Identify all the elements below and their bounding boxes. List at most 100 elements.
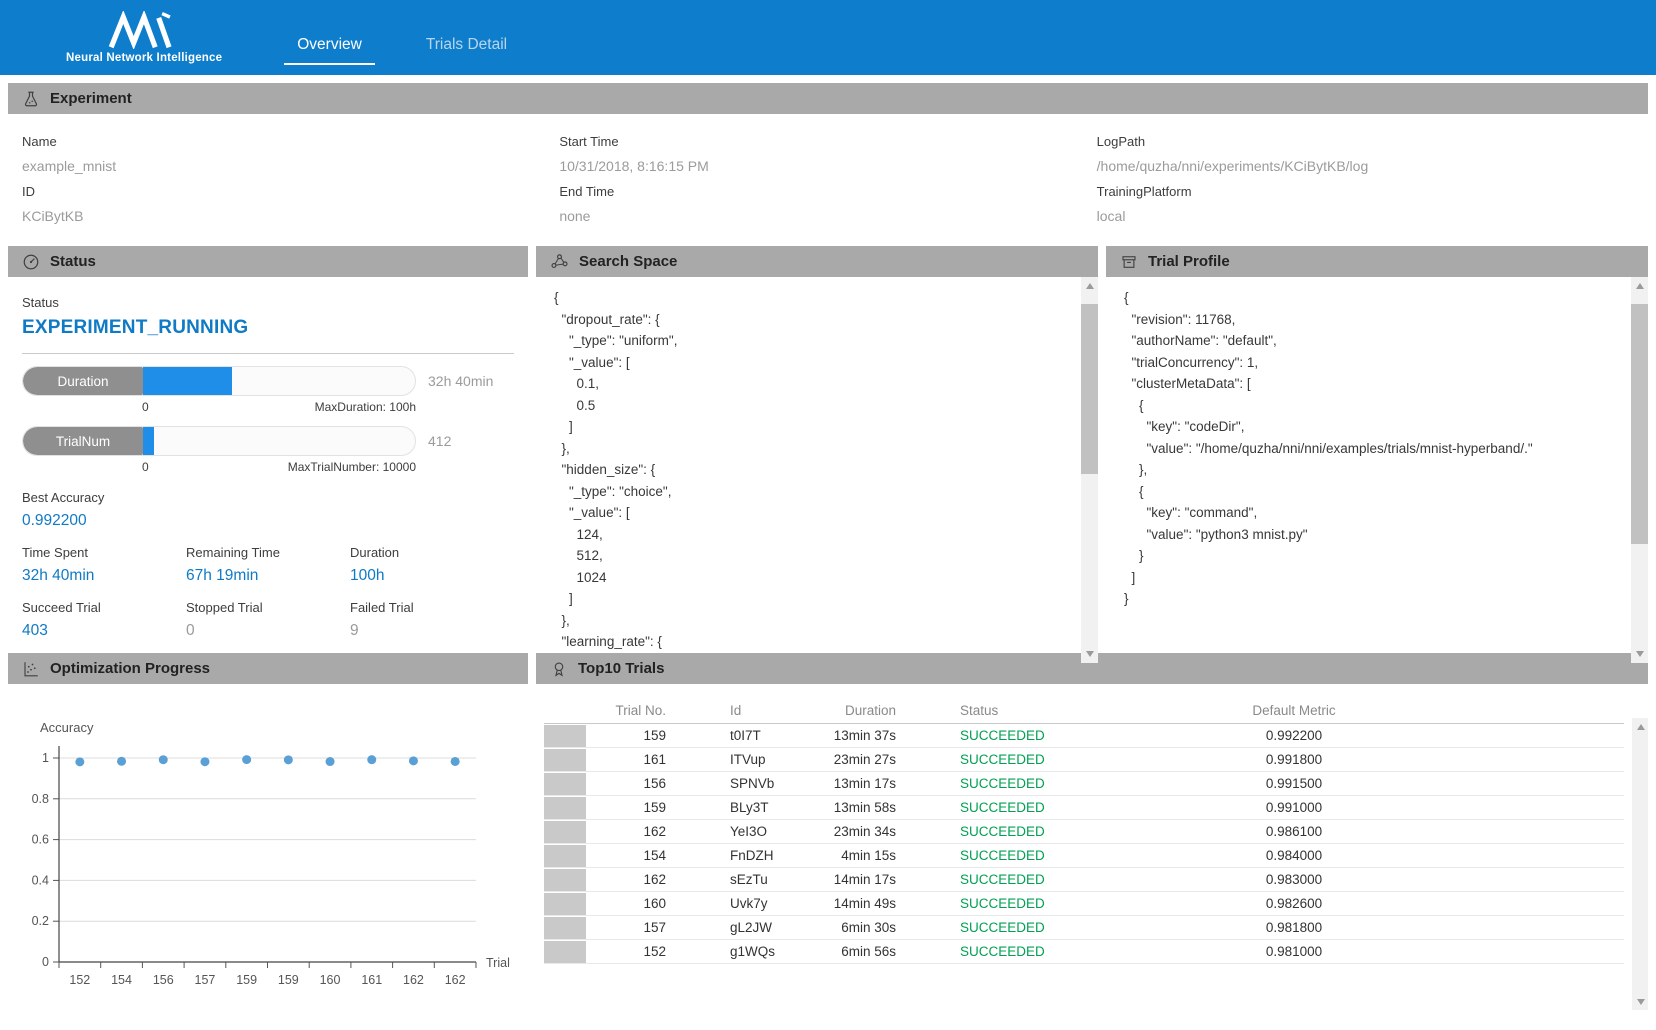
optimization-progress-panel: Optimization Progress 00.20.40.60.811521… bbox=[8, 653, 528, 1030]
scatter-point[interactable] bbox=[326, 757, 335, 766]
scatter-point[interactable] bbox=[75, 757, 84, 766]
trial-row: 161 ITVup 23min 27s SUCCEEDED 0.991800 bbox=[544, 748, 1624, 772]
expand-row-button[interactable] bbox=[544, 773, 586, 795]
top10-table: Trial No. Id Duration Status Default Met… bbox=[536, 684, 1648, 964]
trialnum-value: 412 bbox=[428, 433, 514, 449]
optimization-title: Optimization Progress bbox=[50, 660, 210, 677]
stat-label: Duration bbox=[350, 545, 514, 560]
cell-metric: 0.983000 bbox=[1114, 868, 1474, 892]
experiment-status-value: EXPERIMENT_RUNNING bbox=[22, 317, 514, 339]
nav-tabs: Overview Trials Detail bbox=[284, 0, 520, 75]
scatter-point[interactable] bbox=[159, 755, 168, 764]
stat-value: 0 bbox=[186, 622, 350, 640]
stat-item: Succeed Trial 403 bbox=[22, 600, 186, 640]
trial-row: 162 YeI3O 23min 34s SUCCEEDED 0.986100 bbox=[544, 820, 1624, 844]
duration-progressbar-label: Duration bbox=[23, 367, 143, 395]
trialnum-progressbar-label: TrialNum bbox=[23, 427, 143, 455]
scatter-point[interactable] bbox=[367, 755, 376, 764]
scrollbar-up-arrow[interactable] bbox=[1632, 718, 1648, 735]
y-tick-label: 1 bbox=[42, 751, 49, 765]
top10-table-header: Trial No. Id Duration Status Default Met… bbox=[544, 698, 1624, 724]
cell-duration: 13min 17s bbox=[794, 772, 904, 796]
scrollbar-down-arrow[interactable] bbox=[1632, 993, 1648, 1010]
scatter-point[interactable] bbox=[451, 757, 460, 766]
experiment-title: Experiment bbox=[50, 90, 132, 107]
cell-metric: 0.986100 bbox=[1114, 820, 1474, 844]
cell-duration: 23min 34s bbox=[794, 820, 904, 844]
trial-row: 162 sEzTu 14min 17s SUCCEEDED 0.983000 bbox=[544, 868, 1624, 892]
expand-row-button[interactable] bbox=[544, 917, 586, 939]
trial-row: 159 t0I7T 13min 37s SUCCEEDED 0.992200 bbox=[544, 724, 1624, 748]
y-tick-label: 0.2 bbox=[32, 914, 49, 928]
x-tick-label: 162 bbox=[445, 973, 466, 987]
top10-scrollbar[interactable] bbox=[1632, 718, 1648, 1010]
duration-progressbar-track bbox=[143, 367, 415, 395]
x-tick-label: 152 bbox=[69, 973, 90, 987]
expand-row-button[interactable] bbox=[544, 725, 586, 747]
col-default-metric: Default Metric bbox=[1114, 699, 1474, 723]
tab-trials-detail[interactable]: Trials Detail bbox=[413, 36, 520, 65]
stat-value: 403 bbox=[22, 622, 186, 640]
search-space-scrollbar[interactable] bbox=[1081, 277, 1098, 663]
cell-status: SUCCEEDED bbox=[904, 772, 1114, 796]
search-space-section-bar: Search Space bbox=[536, 246, 1098, 277]
stat-value: 100h bbox=[350, 567, 514, 585]
expand-row-button[interactable] bbox=[544, 845, 586, 867]
expand-row-button[interactable] bbox=[544, 869, 586, 891]
top10-table-body: 159 t0I7T 13min 37s SUCCEEDED 0.992200 bbox=[544, 724, 1624, 964]
scrollbar-thumb[interactable] bbox=[1081, 304, 1098, 474]
status-section-bar: Status bbox=[8, 246, 528, 277]
expand-row-button[interactable] bbox=[544, 749, 586, 771]
cell-trial-no: 159 bbox=[590, 796, 674, 820]
x-tick-label: 162 bbox=[403, 973, 424, 987]
field-value: KCiBytKB bbox=[22, 208, 559, 224]
field-label: Start Time bbox=[559, 134, 1096, 149]
cell-metric: 0.991000 bbox=[1114, 796, 1474, 820]
expand-row-button[interactable] bbox=[544, 941, 586, 963]
cell-trial-no: 154 bbox=[590, 844, 674, 868]
scrollbar-down-arrow[interactable] bbox=[1081, 646, 1098, 663]
scatter-point[interactable] bbox=[117, 757, 126, 766]
expand-row-button[interactable] bbox=[544, 797, 586, 819]
cell-metric: 0.984000 bbox=[1114, 844, 1474, 868]
scrollbar-thumb[interactable] bbox=[1631, 304, 1648, 544]
scatter-point[interactable] bbox=[284, 755, 293, 764]
cell-duration: 23min 27s bbox=[794, 748, 904, 772]
molecule-icon bbox=[550, 252, 569, 271]
cell-metric: 0.991800 bbox=[1114, 748, 1474, 772]
duration-value: 32h 40min bbox=[428, 373, 514, 389]
cell-trial-no: 160 bbox=[590, 892, 674, 916]
best-accuracy-label: Best Accuracy bbox=[22, 490, 514, 505]
scatter-point[interactable] bbox=[242, 755, 251, 764]
status-panel: Status Status EXPERIMENT_RUNNING Duratio… bbox=[8, 246, 528, 663]
gauge-icon bbox=[22, 253, 40, 271]
cell-duration: 6min 56s bbox=[794, 940, 904, 964]
expand-row-button[interactable] bbox=[544, 893, 586, 915]
nni-logo: Neural Network Intelligence bbox=[66, 11, 222, 64]
scrollbar-down-arrow[interactable] bbox=[1631, 646, 1648, 663]
scrollbar-up-arrow[interactable] bbox=[1631, 277, 1648, 294]
scatter-point[interactable] bbox=[409, 756, 418, 765]
cell-duration: 14min 49s bbox=[794, 892, 904, 916]
trialnum-progressbar-track bbox=[143, 427, 415, 455]
experiment-section-bar: Experiment bbox=[8, 83, 1648, 114]
stat-item: Stopped Trial 0 bbox=[186, 600, 350, 640]
cell-status: SUCCEEDED bbox=[904, 820, 1114, 844]
experiment-col-3: LogPath /home/quzha/nni/experiments/KCiB… bbox=[1097, 124, 1634, 224]
x-tick-label: 156 bbox=[153, 973, 174, 987]
experiment-col-1: Name example_mnist ID KCiBytKB bbox=[22, 124, 559, 224]
tab-overview[interactable]: Overview bbox=[284, 36, 375, 65]
field-value: local bbox=[1097, 208, 1634, 224]
scatter-point[interactable] bbox=[200, 757, 209, 766]
scrollbar-up-arrow[interactable] bbox=[1081, 277, 1098, 294]
trialnum-max: MaxTrialNumber: 10000 bbox=[288, 460, 416, 474]
cell-trial-no: 152 bbox=[590, 940, 674, 964]
status-stats: Time Spent 32h 40min Remaining Time 67h … bbox=[22, 530, 514, 640]
trial-profile-scrollbar[interactable] bbox=[1631, 277, 1648, 663]
expand-row-button[interactable] bbox=[544, 821, 586, 843]
brand-text: Neural Network Intelligence bbox=[66, 52, 222, 64]
cell-status: SUCCEEDED bbox=[904, 796, 1114, 820]
flask-icon bbox=[22, 90, 40, 108]
cell-status: SUCCEEDED bbox=[904, 844, 1114, 868]
trialnum-progress-group: TrialNum 412 0 MaxTrialNumber: 10000 bbox=[22, 426, 514, 474]
